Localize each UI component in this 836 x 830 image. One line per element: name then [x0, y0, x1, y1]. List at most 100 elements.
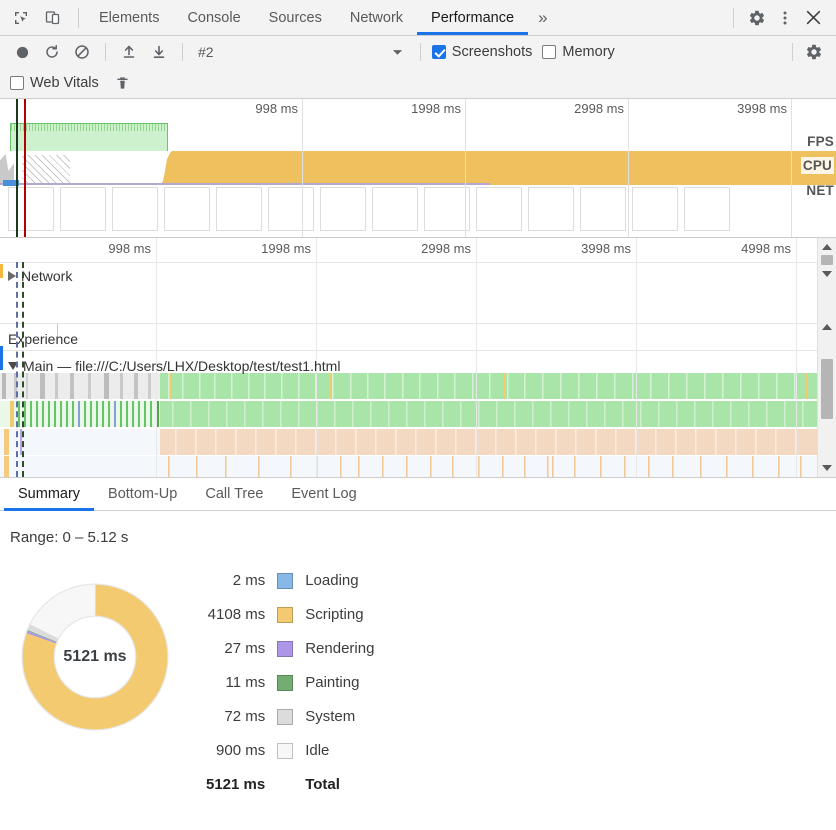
tab-label: Call Tree: [205, 486, 264, 502]
performance-toolbar-row-1: #2 Screenshots Memory: [8, 36, 828, 68]
chevron-right-icon[interactable]: [8, 271, 16, 281]
screenshots-checkbox-box[interactable]: [431, 45, 446, 59]
tab-bottom-up[interactable]: Bottom-Up: [94, 478, 191, 510]
dcl-dashed-line: [22, 262, 24, 477]
device-toolbar-icon[interactable]: [40, 5, 66, 31]
record-button[interactable]: [8, 39, 36, 65]
scroll-down-arrow-icon[interactable]: [818, 265, 836, 282]
devtools-tab-bar: Elements Console Sources Network Perform…: [0, 0, 836, 36]
legend-label: Scripting: [305, 606, 364, 623]
more-tabs-chevron-icon[interactable]: »: [528, 0, 557, 35]
track-label: Experience: [8, 331, 79, 347]
legend-value: 11 ms: [225, 674, 266, 691]
legend-swatch: [277, 709, 294, 725]
toolbar-row1-right: [785, 39, 828, 65]
range-label: Range: 0 – 5.12 s: [10, 529, 129, 546]
load-profile-button[interactable]: [115, 39, 143, 65]
tab-summary[interactable]: Summary: [4, 478, 95, 511]
tab-bar-right-divider: [733, 7, 734, 28]
scrollbar-thumb[interactable]: [821, 359, 833, 419]
legend-label: System: [305, 708, 356, 725]
legend-label: Loading: [305, 572, 359, 589]
tab-label: Console: [187, 9, 241, 26]
legend-label: Rendering: [305, 640, 375, 657]
tab-performance[interactable]: Performance: [417, 0, 529, 35]
web-vitals-checkbox[interactable]: Web Vitals: [8, 75, 105, 91]
memory-checkbox-box[interactable]: [542, 45, 557, 59]
legend-value: 2 ms: [232, 572, 266, 589]
net-band-label: NET: [806, 183, 834, 198]
fps-band-label: FPS: [807, 134, 834, 149]
collect-garbage-trash-icon[interactable]: [109, 70, 137, 96]
tab-bar-left-icons: [0, 0, 72, 35]
memory-checkbox[interactable]: Memory: [540, 44, 620, 60]
timeline-overview[interactable]: 998 ms1998 ms2998 ms3998 ms4998 ms FPS C…: [0, 99, 836, 238]
flamechart-scrollbar-inner[interactable]: [817, 318, 836, 477]
toolbar-divider-3: [419, 43, 421, 61]
timeline-flamechart[interactable]: 998 ms 1998 ms 2998 ms 3998 ms 4998 ms Netwo…: [0, 238, 836, 478]
tab-elements[interactable]: Elements: [85, 0, 173, 35]
legend-total-value: 5121 ms: [206, 776, 266, 793]
legend-swatch: [277, 573, 294, 589]
clear-recording-button[interactable]: [68, 39, 96, 65]
tab-sources[interactable]: Sources: [255, 0, 336, 35]
scroll-up-arrow-icon[interactable]: [818, 238, 836, 255]
tab-network[interactable]: Network: [336, 0, 417, 35]
activity-donut-wrapper: 5121 ms: [0, 564, 190, 732]
web-vitals-checkbox-box[interactable]: [10, 76, 24, 90]
settings-gear-icon[interactable]: [744, 5, 770, 31]
tab-console[interactable]: Console: [173, 0, 254, 35]
donut-center-label: 5121 ms: [63, 648, 127, 665]
overview-ruler: 998 ms1998 ms2998 ms3998 ms4998 ms: [0, 99, 836, 237]
legend-value: 4108 ms: [207, 606, 266, 623]
legend-swatch: [277, 743, 294, 759]
performance-toolbar: #2 Screenshots Memory Web Vitals: [0, 36, 836, 99]
toolbar-divider-1: [105, 43, 106, 61]
close-devtools-icon[interactable]: [800, 5, 826, 31]
panel-tabs: Elements Console Sources Network Perform…: [85, 0, 529, 35]
track-label: Network: [21, 268, 73, 284]
onload-dashed-line: [16, 262, 18, 477]
tab-bar-divider: [78, 8, 79, 28]
cpu-band-label: CPU: [800, 157, 834, 174]
main-track-accent: [0, 346, 3, 370]
chevron-down-icon[interactable]: [384, 48, 411, 56]
legend-swatch: [277, 607, 294, 623]
more-tabs-label: »: [538, 7, 548, 27]
toolbar-divider-4: [792, 43, 793, 61]
save-profile-button[interactable]: [145, 39, 173, 65]
track-header-network[interactable]: Network: [0, 268, 72, 284]
legend-value: 72 ms: [224, 708, 266, 725]
scroll-down-arrow-icon[interactable]: [818, 459, 836, 476]
tab-label: Sources: [268, 9, 322, 26]
screenshots-label: Screenshots: [451, 44, 533, 60]
scroll-up-arrow-icon[interactable]: [818, 318, 836, 335]
network-track-accent: [0, 264, 3, 278]
reload-and-record-button[interactable]: [38, 39, 66, 65]
track-header-experience[interactable]: Experience: [0, 331, 78, 347]
activity-donut-chart[interactable]: 5121 ms: [20, 582, 170, 732]
toolbar-divider-2: [182, 43, 183, 61]
scrollbar-thumb[interactable]: [821, 255, 833, 265]
more-options-icon[interactable]: [772, 5, 798, 31]
track-header-main[interactable]: Main — file:///C:/Users/LHX/Desktop/test…: [0, 358, 340, 374]
flamechart-ruler: 998 ms 1998 ms 2998 ms 3998 ms 4998 ms: [0, 238, 817, 477]
detail-view-tabs: Summary Bottom-Up Call Tree Event Log: [0, 478, 836, 511]
legend-label: Painting: [305, 674, 360, 691]
tab-label: Performance: [431, 9, 515, 26]
tab-event-log[interactable]: Event Log: [277, 478, 370, 510]
web-vitals-label: Web Vitals: [30, 75, 99, 91]
inspect-element-icon[interactable]: [8, 5, 34, 31]
profile-selector[interactable]: #2: [192, 44, 220, 60]
flamechart-scrollbar-outer[interactable]: [817, 238, 836, 318]
capture-settings-gear-icon[interactable]: [800, 39, 828, 65]
legend-swatch: [277, 675, 294, 691]
tab-bar-right-icons: [725, 0, 836, 35]
legend-total-label: Total: [305, 776, 340, 793]
screenshots-checkbox[interactable]: Screenshots: [430, 44, 539, 60]
flamechart-tick-label: 4998 ms: [741, 241, 791, 256]
overview-tick: 4998 ms: [0, 99, 836, 237]
tab-call-tree[interactable]: Call Tree: [191, 478, 277, 510]
tab-label: Network: [349, 9, 404, 26]
legend-value: 27 ms: [224, 640, 266, 657]
